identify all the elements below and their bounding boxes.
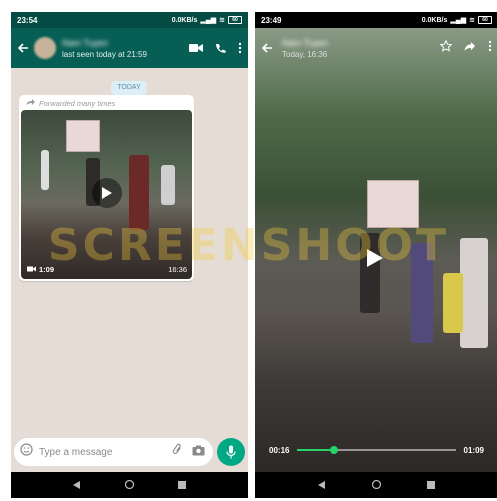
battery-icon: 60	[478, 16, 492, 24]
phone-call-icon[interactable]	[215, 43, 226, 54]
forwarded-text: Forwarded many times	[39, 99, 116, 108]
contact-info[interactable]: Nam Tuyen last seen today at 21:59	[62, 38, 147, 59]
video-person	[460, 238, 488, 348]
contact-name: Nam Tuyen	[62, 37, 109, 48]
thumbnail-sign	[66, 120, 100, 152]
wifi-icon: ≋	[219, 17, 225, 24]
message-time: 16:36	[168, 265, 187, 274]
mic-button[interactable]	[217, 438, 245, 466]
nav-back-icon[interactable]	[318, 476, 326, 494]
play-button[interactable]	[92, 178, 122, 208]
status-indicators: 0.0KB/s ▂▄▆ ≋ 60	[172, 16, 242, 24]
signal-icon: ▂▄▆	[200, 17, 217, 24]
network-speed: 0.0KB/s	[421, 16, 448, 24]
star-icon[interactable]	[439, 39, 453, 57]
signal-icon: ▂▄▆	[450, 17, 467, 24]
video-camera-icon	[27, 265, 36, 274]
video-duration-text: 1:09	[39, 265, 55, 274]
video-player-screen: 23:49 0.0KB/s ▂▄▆ ≋ 60 Nam Tuyen Today, …	[255, 12, 497, 498]
more-options-icon[interactable]	[488, 39, 492, 57]
network-speed: 0.0KB/s	[171, 16, 198, 24]
camera-icon[interactable]	[192, 443, 205, 461]
current-time: 00:16	[269, 445, 290, 455]
video-date: Today, 16:36	[282, 49, 328, 59]
thumbnail-person	[41, 150, 49, 190]
battery-icon: 60	[228, 16, 242, 24]
emoji-icon[interactable]	[20, 443, 33, 461]
status-bar: 23:54 0.0KB/s ▂▄▆ ≋ 60	[11, 12, 248, 28]
chat-header: Nam Tuyen last seen today at 21:59	[11, 28, 248, 68]
status-time: 23:49	[261, 15, 282, 25]
play-icon	[102, 187, 112, 199]
thumbnail-person	[129, 155, 149, 230]
video-header: Nam Tuyen Today, 16:36	[255, 28, 497, 68]
chat-screen: 23:54 0.0KB/s ▂▄▆ ≋ 60 Nam Tuyen last se…	[11, 12, 248, 498]
nav-recents-icon[interactable]	[178, 476, 186, 494]
nav-recents-icon[interactable]	[427, 476, 435, 494]
play-button[interactable]	[355, 238, 395, 278]
seek-progress	[297, 449, 334, 451]
video-sign	[367, 180, 419, 228]
seek-bar[interactable]: 00:16 01:09	[255, 440, 497, 460]
video-thumbnail[interactable]: 1:09 16:36	[21, 110, 192, 279]
mic-icon	[226, 445, 236, 459]
video-sender-info: Nam Tuyen Today, 16:36	[282, 38, 328, 59]
message-input[interactable]: Type a message	[39, 447, 112, 458]
status-time: 23:54	[17, 15, 38, 25]
nav-back-icon[interactable]	[73, 476, 81, 494]
back-arrow-icon[interactable]	[14, 39, 32, 57]
video-person	[443, 273, 463, 333]
share-icon[interactable]	[464, 39, 476, 57]
system-nav-bar	[255, 472, 497, 498]
attach-icon[interactable]	[172, 443, 182, 461]
video-call-icon[interactable]	[189, 43, 203, 53]
total-time: 01:09	[463, 445, 484, 455]
wifi-icon: ≋	[469, 17, 475, 24]
contact-name: Nam Tuyen	[282, 37, 329, 48]
last-seen: last seen today at 21:59	[62, 49, 147, 59]
date-chip: TODAY	[111, 81, 147, 95]
status-bar: 23:49 0.0KB/s ▂▄▆ ≋ 60	[255, 12, 497, 28]
nav-home-icon[interactable]	[124, 476, 135, 494]
seek-handle[interactable]	[329, 446, 338, 454]
back-arrow-icon[interactable]	[258, 39, 276, 57]
forwarded-label: Forwarded many times	[25, 99, 115, 108]
message-bubble[interactable]: Forwarded many times 1:09 16:36	[19, 95, 194, 281]
video-duration: 1:09	[27, 265, 54, 274]
seek-track[interactable]	[297, 446, 456, 454]
play-icon	[367, 249, 383, 267]
system-nav-bar	[11, 472, 248, 498]
thumbnail-person	[161, 165, 175, 205]
status-indicators: 0.0KB/s ▂▄▆ ≋ 60	[422, 16, 492, 24]
message-input-bar[interactable]: Type a message	[14, 438, 213, 466]
forwarded-icon	[25, 99, 35, 108]
more-options-icon[interactable]	[238, 42, 242, 54]
nav-home-icon[interactable]	[371, 476, 382, 494]
video-person	[411, 243, 433, 343]
avatar[interactable]	[34, 37, 56, 59]
